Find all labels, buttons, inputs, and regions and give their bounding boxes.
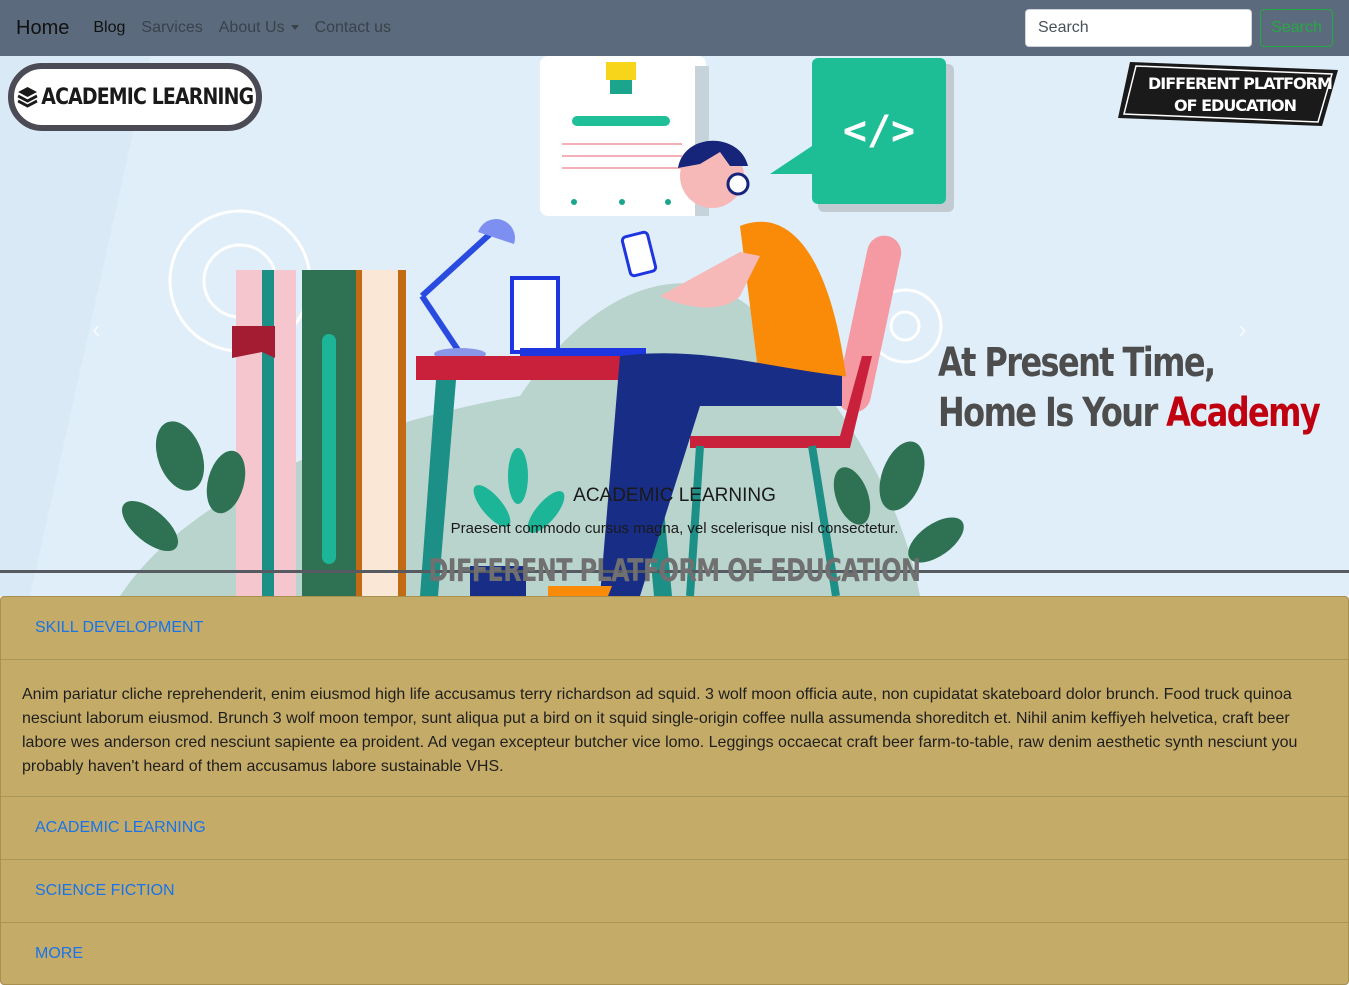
bookmark-flag (232, 326, 275, 358)
logo-badge[interactable]: ACADEMIC LEARNING (8, 63, 262, 131)
accordion-body: Anim pariatur cliche reprehenderit, enim… (1, 661, 1348, 797)
accordion-header-more[interactable]: MORE (1, 923, 1348, 985)
nav-dropdown-about[interactable]: About Us (219, 19, 299, 37)
nav-link-blog[interactable]: Blog (93, 19, 125, 37)
caret-down-icon (290, 25, 299, 31)
tagline-ribbon: DIFFERENT PLATFORM OF EDUCATION (1118, 62, 1338, 126)
hero-carousel: </> ACADEMIC LEARNING DIFFERENT PLATFORM… (0, 56, 1349, 596)
accordion-header-skill-development[interactable]: SKILL DEVELOPMENT (1, 597, 1348, 660)
stack-of-books-icon (17, 87, 38, 108)
carousel-prev-chevron-left-icon[interactable]: ‹ (92, 314, 101, 345)
headline-line-2: Home Is Your Academy (938, 388, 1321, 438)
nav-link-contact[interactable]: Contact us (315, 19, 391, 37)
nav-link-services[interactable]: Sarvices (141, 19, 202, 37)
headline-line-1: At Present Time, (938, 340, 1216, 386)
hero-illustration: </> (30, 56, 1349, 596)
tagline-line-2: OF EDUCATION (1174, 96, 1297, 115)
accordion-header-science-fiction[interactable]: SCIENCE FICTION (1, 860, 1348, 923)
code-icon: </> (843, 108, 915, 154)
logo-text: ACADEMIC LEARNING (41, 84, 254, 110)
accordion-title[interactable]: SCIENCE FICTION (35, 882, 175, 900)
accordion-title[interactable]: SKILL DEVELOPMENT (35, 619, 203, 637)
nav-brand-home[interactable]: Home (16, 17, 69, 40)
headphones-icon (726, 172, 750, 196)
divider-title: DIFFERENT PLATFORM OF EDUCATION (0, 553, 1349, 589)
laptop (510, 276, 560, 354)
tagline-line-1: DIFFERENT PLATFORM (1148, 74, 1333, 93)
accordion-title[interactable]: MORE (35, 945, 83, 963)
navbar: Home Blog Sarvices About Us Contact us S… (0, 0, 1349, 56)
carousel-next-chevron-right-icon[interactable]: › (1238, 314, 1247, 345)
accordion-title[interactable]: ACADEMIC LEARNING (35, 819, 206, 837)
accordion: SKILL DEVELOPMENT Anim pariatur cliche r… (0, 596, 1349, 985)
carousel-caption-text: Praesent commodo cursus magna, vel scele… (450, 520, 899, 537)
search-button[interactable]: Search (1260, 9, 1333, 47)
nav-dropdown-about-label: About Us (218, 19, 285, 36)
carousel-caption-title: ACADEMIC LEARNING (573, 485, 776, 506)
headline-line-2-text: Home Is Your (938, 390, 1167, 436)
search-input[interactable] (1025, 9, 1252, 47)
lightbulb-icon (606, 62, 636, 80)
hero-headline: At Present Time, Home Is Your Academy (938, 338, 1321, 438)
headline-accent: Academy (1166, 390, 1321, 436)
divider-title-text: DIFFERENT PLATFORM OF EDUCATION (428, 553, 922, 589)
accordion-header-academic-learning[interactable]: ACADEMIC LEARNING (1, 797, 1348, 860)
